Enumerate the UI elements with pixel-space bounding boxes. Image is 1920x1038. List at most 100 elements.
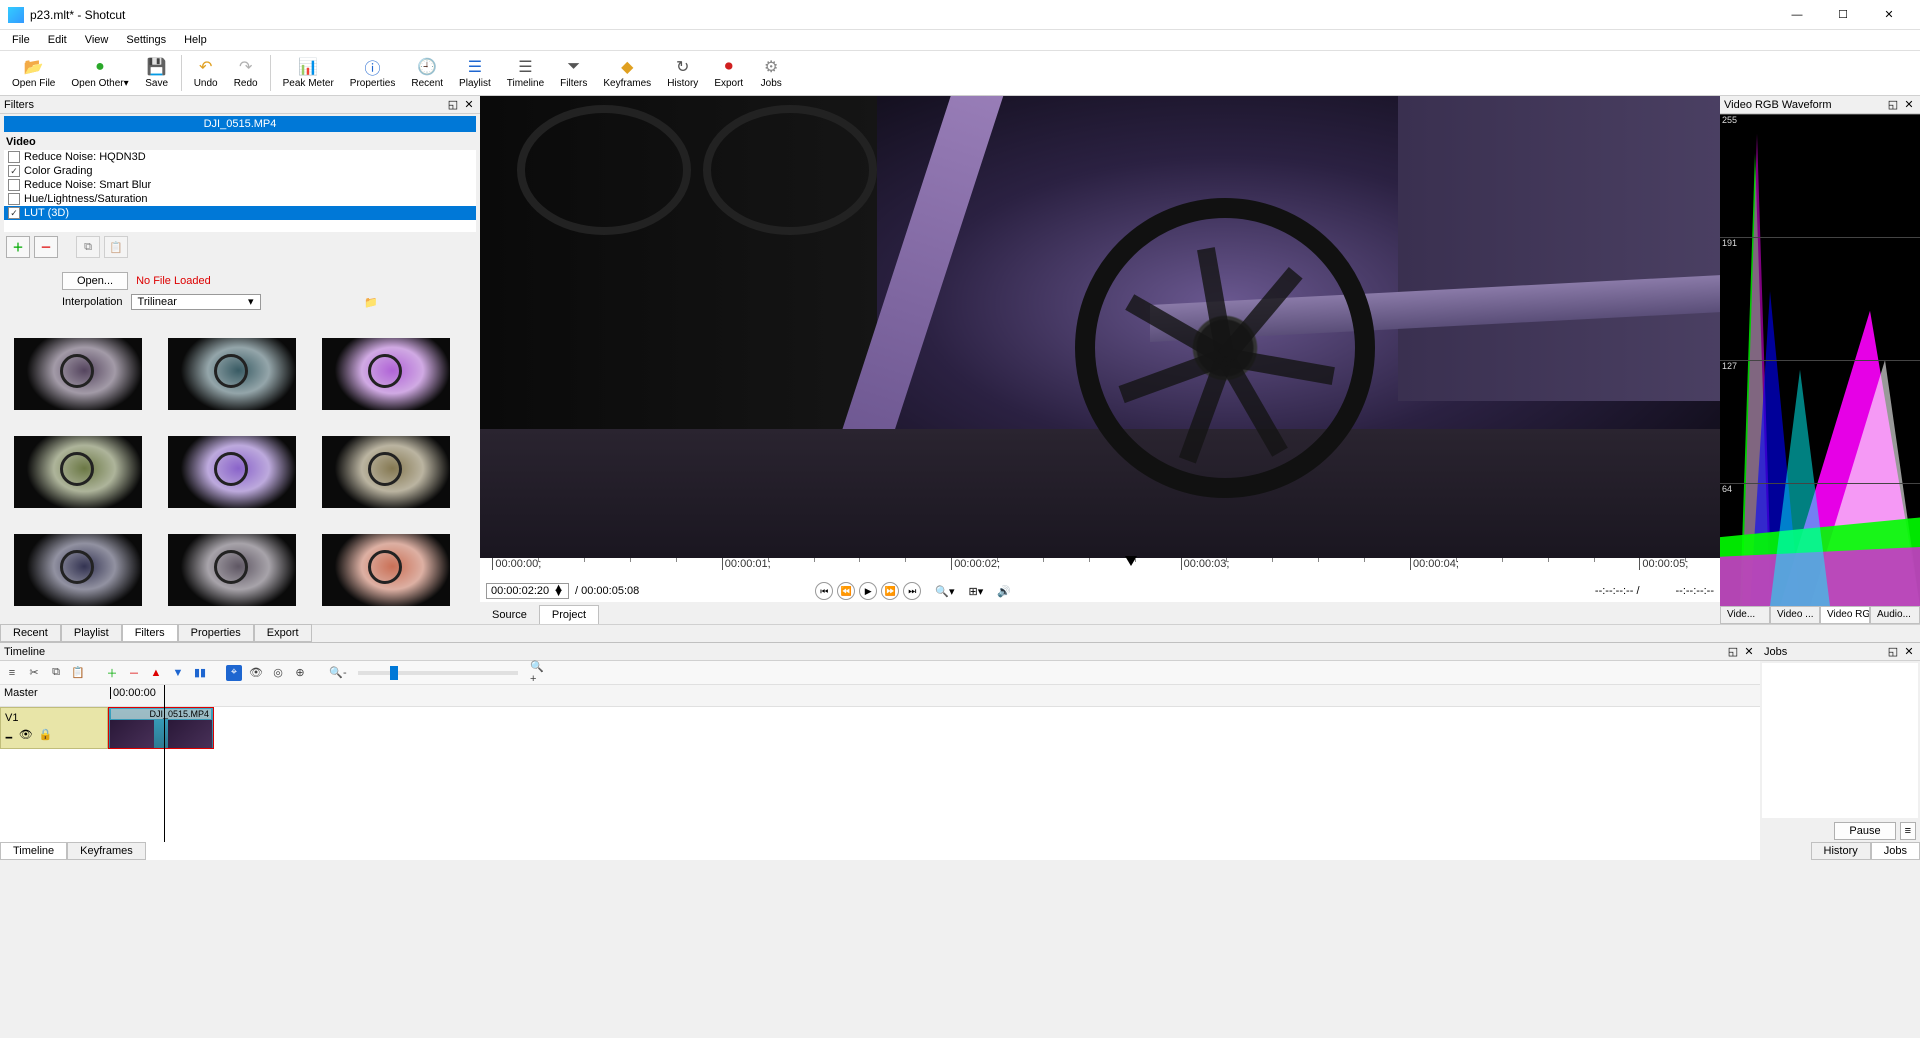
- panel-float-icon[interactable]: ◱: [446, 98, 460, 112]
- lut-thumbnail[interactable]: [168, 534, 296, 606]
- copy-filter-button[interactable]: ⧉: [76, 236, 100, 258]
- timeline-tab-keyframes[interactable]: Keyframes: [67, 842, 146, 860]
- pause-jobs-button[interactable]: Pause: [1834, 822, 1895, 840]
- paste-filter-button[interactable]: 📋: [104, 236, 128, 258]
- save-button[interactable]: 💾Save: [139, 55, 175, 91]
- menu-file[interactable]: File: [4, 32, 38, 48]
- volume-button[interactable]: 🔊: [997, 585, 1011, 598]
- hide-track-icon[interactable]: 🗕: [5, 728, 13, 747]
- menu-help[interactable]: Help: [176, 32, 215, 48]
- history-button[interactable]: ↻History: [661, 55, 704, 91]
- properties-button[interactable]: ⓘProperties: [344, 55, 402, 91]
- open-other-button[interactable]: ●Open Other▾: [65, 55, 134, 91]
- panel-close-icon[interactable]: ✕: [462, 98, 476, 112]
- filter-row[interactable]: Hue/Lightness/Saturation: [4, 192, 476, 206]
- snap-icon[interactable]: ⌖: [226, 665, 242, 681]
- skip-end-button[interactable]: ⏭: [903, 582, 921, 600]
- zoom-in-icon[interactable]: 🔍+: [530, 665, 546, 681]
- menu-edit[interactable]: Edit: [40, 32, 75, 48]
- copy-icon[interactable]: ⧉: [48, 665, 64, 681]
- append-icon[interactable]: ＋: [104, 665, 120, 681]
- jobs-menu-button[interactable]: ≡: [1900, 822, 1916, 840]
- panel-close-icon[interactable]: ✕: [1902, 645, 1916, 659]
- minimize-button[interactable]: —: [1774, 0, 1820, 30]
- zoom-out-icon[interactable]: 🔍-: [330, 665, 346, 681]
- scope-tab[interactable]: Video ...: [1770, 606, 1820, 624]
- timeline-ruler[interactable]: 00:00:00: [108, 685, 1760, 707]
- timeline-tab-timeline[interactable]: Timeline: [0, 842, 67, 860]
- paste-icon[interactable]: 📋: [70, 665, 86, 681]
- ripple-all-icon[interactable]: ⊕: [292, 665, 308, 681]
- peak-meter-button[interactable]: 📊Peak Meter: [277, 55, 340, 91]
- filter-row[interactable]: Color Grading: [4, 164, 476, 178]
- video-preview[interactable]: [480, 96, 1720, 558]
- panel-float-icon[interactable]: ◱: [1726, 645, 1740, 659]
- add-filter-button[interactable]: ＋: [6, 236, 30, 258]
- source-tab[interactable]: Source: [480, 606, 539, 624]
- filters-button[interactable]: ⏷Filters: [554, 55, 593, 91]
- lut-thumbnail[interactable]: [168, 338, 296, 410]
- panel-tab-playlist[interactable]: Playlist: [61, 624, 122, 642]
- remove-icon[interactable]: －: [126, 665, 142, 681]
- open-lut-button[interactable]: Open...: [62, 272, 128, 290]
- filter-checkbox[interactable]: [8, 207, 20, 219]
- interpolation-select[interactable]: Trilinear: [131, 294, 261, 310]
- scope-tab[interactable]: Vide...: [1720, 606, 1770, 624]
- filter-row[interactable]: Reduce Noise: HQDN3D: [4, 150, 476, 164]
- play-button[interactable]: ▶: [859, 582, 877, 600]
- menu-view[interactable]: View: [77, 32, 117, 48]
- ripple-icon[interactable]: ◎: [270, 665, 286, 681]
- close-button[interactable]: ✕: [1866, 0, 1912, 30]
- timeline-clip[interactable]: DJI_0515.MP4: [108, 707, 214, 749]
- timecode-input[interactable]: 00:00:02:20 ▲▼: [486, 583, 569, 599]
- zoom-dropdown[interactable]: 🔍▾: [935, 585, 954, 598]
- lock-track-icon[interactable]: 🔒: [39, 728, 53, 747]
- jobs-tab-jobs[interactable]: Jobs: [1871, 842, 1920, 860]
- filter-checkbox[interactable]: [8, 165, 20, 177]
- scope-tab[interactable]: Video RG...: [1820, 606, 1870, 624]
- video-track-header[interactable]: V1 🗕 👁 🔒: [0, 707, 108, 749]
- panel-float-icon[interactable]: ◱: [1886, 645, 1900, 659]
- filter-checkbox[interactable]: [8, 193, 20, 205]
- panel-tab-properties[interactable]: Properties: [178, 624, 254, 642]
- cut-icon[interactable]: ✂: [26, 665, 42, 681]
- filter-checkbox[interactable]: [8, 179, 20, 191]
- master-track-header[interactable]: Master: [0, 685, 108, 707]
- lut-thumbnail[interactable]: [14, 436, 142, 508]
- preview-ruler[interactable]: 00:00:00;00:00:01;00:00:02;00:00:03;00:0…: [480, 558, 1720, 580]
- lut-thumbnail[interactable]: [168, 436, 296, 508]
- playlist-button[interactable]: ☰Playlist: [453, 55, 497, 91]
- jobs-button[interactable]: ⚙Jobs: [753, 55, 789, 91]
- panel-float-icon[interactable]: ◱: [1886, 98, 1900, 112]
- zoom-slider[interactable]: [358, 671, 518, 675]
- recent-button[interactable]: 🕘Recent: [405, 55, 449, 91]
- filter-row[interactable]: LUT (3D): [4, 206, 476, 220]
- panel-tab-filters[interactable]: Filters: [122, 624, 178, 642]
- timeline-button[interactable]: ☰Timeline: [501, 55, 550, 91]
- lut-thumbnail[interactable]: [322, 534, 450, 606]
- scrub-icon[interactable]: 👁: [248, 665, 264, 681]
- mute-track-icon[interactable]: 👁: [19, 728, 33, 747]
- panel-close-icon[interactable]: ✕: [1902, 98, 1916, 112]
- rewind-button[interactable]: ⏪: [837, 582, 855, 600]
- panel-tab-export[interactable]: Export: [254, 624, 312, 642]
- filter-row[interactable]: Reduce Noise: Smart Blur: [4, 178, 476, 192]
- split-icon[interactable]: ▮▮: [192, 665, 208, 681]
- overwrite-icon[interactable]: ▼: [170, 665, 186, 681]
- lut-thumbnail[interactable]: [14, 534, 142, 606]
- grid-dropdown[interactable]: ⊞▾: [968, 585, 983, 598]
- menu-icon[interactable]: ≡: [4, 665, 20, 681]
- folder-icon[interactable]: 📁: [364, 296, 378, 309]
- jobs-tab-history[interactable]: History: [1811, 842, 1871, 860]
- lut-thumbnail[interactable]: [14, 338, 142, 410]
- lift-icon[interactable]: ▲: [148, 665, 164, 681]
- timeline-playhead[interactable]: [164, 685, 165, 842]
- scope-tab[interactable]: Audio...: [1870, 606, 1920, 624]
- lut-thumbnail[interactable]: [322, 436, 450, 508]
- maximize-button[interactable]: ☐: [1820, 0, 1866, 30]
- forward-button[interactable]: ⏩: [881, 582, 899, 600]
- keyframes-button[interactable]: ◆Keyframes: [597, 55, 657, 91]
- lut-thumbnail[interactable]: [322, 338, 450, 410]
- panel-close-icon[interactable]: ✕: [1742, 645, 1756, 659]
- redo-button[interactable]: ↷Redo: [228, 55, 264, 91]
